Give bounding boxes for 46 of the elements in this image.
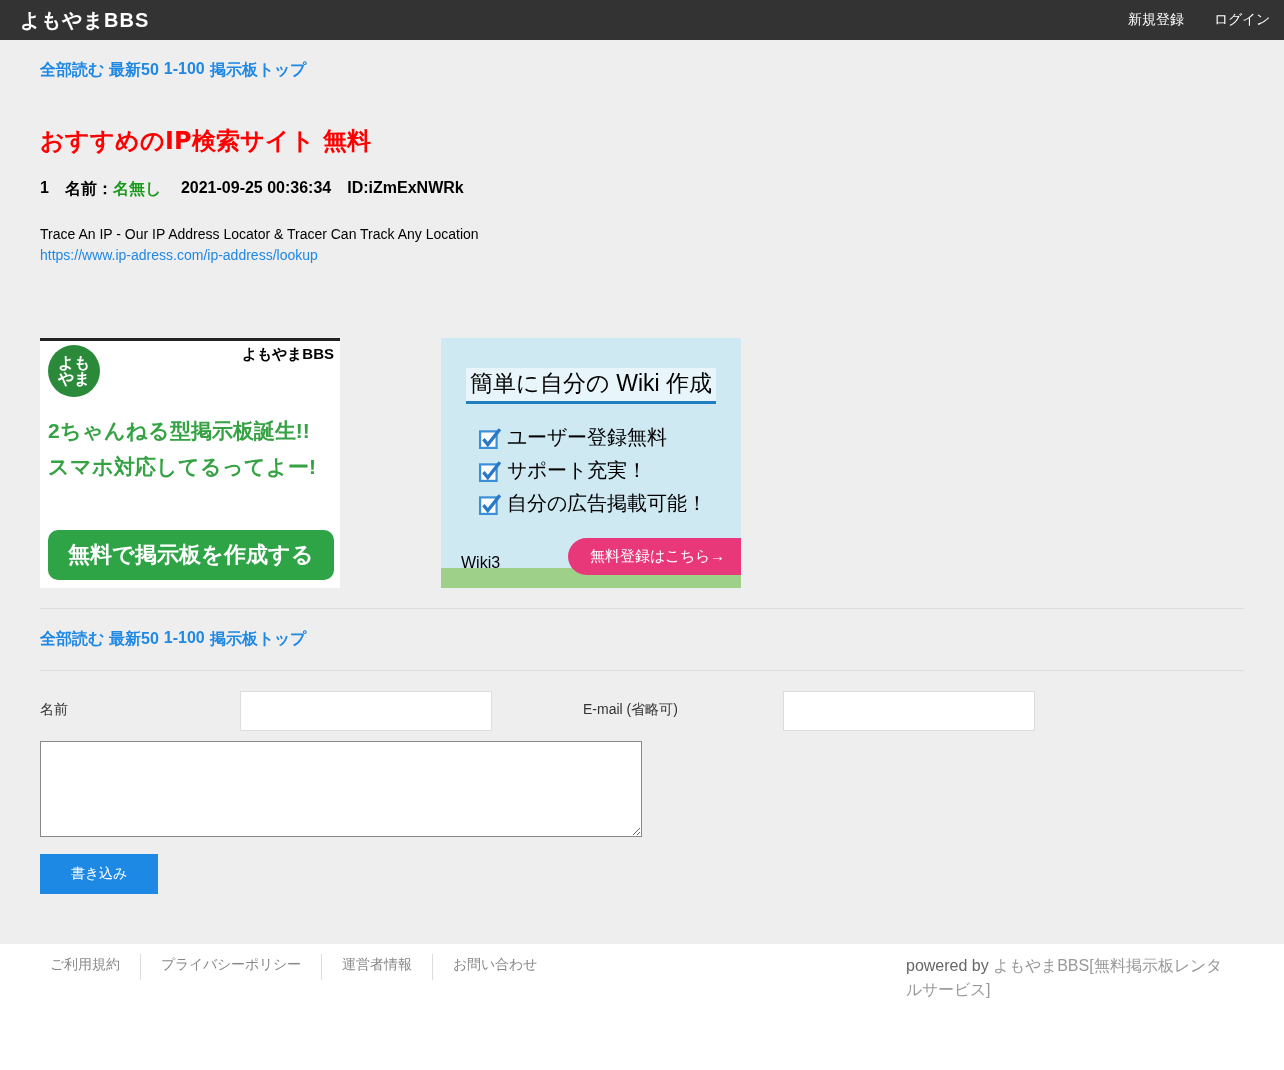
name-label: 名前 — [40, 701, 69, 719]
poster-name: 名無し — [112, 179, 161, 199]
footer-link[interactable]: プライバシーポリシー — [140, 954, 321, 980]
banner-feature: サポート充実！ — [507, 458, 647, 483]
checkbox-icon — [479, 426, 501, 449]
name-field[interactable] — [240, 691, 492, 731]
post-date: 2021-09-25 00:36:34 — [180, 179, 332, 198]
post-link[interactable]: https://www.ip-adress.com/ip-address/lookup — [40, 247, 318, 263]
nav-link[interactable]: 最新50 — [109, 629, 159, 650]
footer-link[interactable]: 運営者情報 — [321, 954, 432, 980]
nav-link[interactable]: 掲示板トップ — [209, 629, 306, 650]
checkbox-icon — [479, 492, 501, 515]
banner-button: 無料で掲示板を作成する — [48, 530, 334, 580]
nav-link[interactable]: 1-100 — [163, 60, 205, 81]
powered-by-text[interactable]: powered by よもやまBBS[無料掲示板レンタルサービス] — [906, 954, 1236, 1062]
banner-brand: Wiki3 — [461, 554, 501, 572]
post-number: 1 — [40, 179, 49, 198]
header-link[interactable]: 新規登録 — [1128, 11, 1184, 29]
footer-link[interactable]: お問い合わせ — [432, 954, 557, 980]
nav-link[interactable]: 全部読む — [40, 629, 104, 650]
message-field[interactable] — [40, 741, 642, 837]
nav-link[interactable]: 最新50 — [109, 60, 159, 81]
submit-button[interactable]: 書き込み — [40, 854, 158, 894]
banner-headline: 2ちゃんねる型掲示板誕生!! — [48, 418, 311, 444]
poster-id: ID:iZmExNWRk — [347, 179, 464, 198]
ad-banner[interactable]: 簡単に自分の Wiki 作成 ユーザー登録無料 サポート充実！ 自分の広告掲載可能！ Wiki3 無料登録はこちら→ — [441, 338, 741, 588]
thread-title: おすすめのIP検索サイト 無料 — [40, 126, 372, 157]
checkbox-icon — [479, 459, 501, 482]
banner-button: 無料登録はこちら→ — [568, 538, 741, 575]
email-label: E-mail (省略可) — [583, 701, 679, 719]
nav-link[interactable]: 1-100 — [163, 629, 205, 650]
email-field[interactable] — [783, 691, 1035, 731]
banner-feature: ユーザー登録無料 — [507, 425, 667, 450]
nav-link[interactable]: 全部読む — [40, 60, 104, 81]
footer-link[interactable]: ご利用規約 — [30, 954, 140, 980]
site-logo[interactable]: よもやまBBS — [20, 6, 150, 34]
ad-banner[interactable]: よもやま よもやまBBS 2ちゃんねる型掲示板誕生!! スマホ対応してるってよー! 無料で掲示板を作成する — [40, 338, 340, 588]
banner-headline: スマホ対応してるってよー! — [48, 454, 317, 480]
nav-link[interactable]: 掲示板トップ — [209, 60, 306, 81]
banner-headline: 簡単に自分の Wiki 作成 — [465, 368, 717, 404]
banner-feature: 自分の広告掲載可能！ — [507, 491, 707, 516]
banner-badge: よもやま — [48, 345, 100, 397]
banner-brand: よもやまBBS — [242, 345, 334, 364]
header-link[interactable]: ログイン — [1214, 11, 1270, 29]
name-label: 名前： — [64, 179, 113, 199]
post-text: Trace An IP - Our IP Address Locator & Tracer Can Track Any Location — [40, 225, 480, 244]
